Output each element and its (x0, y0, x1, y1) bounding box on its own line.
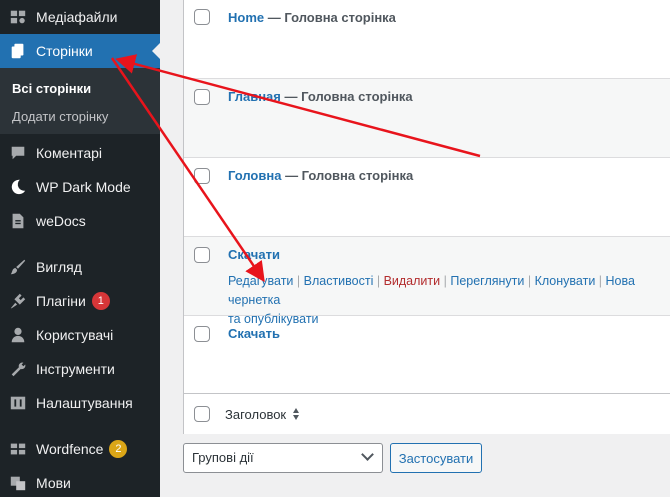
chevron-down-icon (361, 448, 374, 461)
menu-label: Плагіни (36, 293, 86, 309)
menu-item-settings[interactable]: Налаштування (0, 386, 160, 420)
action-properties[interactable]: Властивості (304, 274, 374, 288)
menu-label: Мови (36, 475, 71, 491)
menu-label: Користувачі (36, 327, 114, 343)
separator: | (293, 274, 304, 288)
page-title-link[interactable]: Скачати (228, 247, 280, 262)
menu-label: Налаштування (36, 395, 133, 411)
apply-button[interactable]: Застосувати (390, 443, 482, 473)
menu-label: Медіафайли (36, 9, 118, 25)
pages-icon (0, 42, 36, 60)
menu-item-wordfence[interactable]: Wordfence 2 (0, 432, 160, 466)
separator: | (595, 274, 606, 288)
menu-item-comments[interactable]: Коментарі (0, 136, 160, 170)
page-title-link[interactable]: Скачать (228, 326, 280, 341)
action-delete[interactable]: Видалити (384, 274, 441, 288)
page-title: Головна — Головна сторінка (228, 168, 413, 183)
table-row: Скачати Редагувати | Властивості | Видал… (184, 237, 670, 326)
menu-label: Wordfence (36, 441, 104, 457)
select-all-checkbox[interactable] (194, 406, 210, 422)
pages-submenu: Всі сторінки Додати сторінку (0, 68, 160, 134)
row-checkbox[interactable] (194, 168, 210, 184)
row-checkbox[interactable] (194, 247, 210, 263)
menu-item-users[interactable]: Користувачі (0, 318, 160, 352)
post-state: — Головна сторінка (264, 10, 396, 25)
menu-label: Інструменти (36, 361, 115, 377)
action-edit[interactable]: Редагувати (228, 274, 293, 288)
action-clone[interactable]: Клонувати (535, 274, 596, 288)
paintbrush-icon (0, 258, 36, 276)
title-column-header[interactable]: Заголовок (225, 407, 300, 424)
menu-item-tools[interactable]: Інструменти (0, 352, 160, 386)
table-row: Главная — Головна сторінка (184, 79, 670, 158)
menu-item-media[interactable]: Медіафайли (0, 0, 160, 34)
docs-icon (0, 212, 36, 230)
wordfence-icon (0, 440, 36, 458)
menu-label: WP Dark Mode (36, 179, 131, 195)
media-icon (0, 8, 36, 26)
row-checkbox[interactable] (194, 9, 210, 25)
menu-item-plugins[interactable]: Плагіни 1 (0, 284, 160, 318)
plugin-icon (0, 292, 36, 310)
comments-icon (0, 144, 36, 162)
user-icon (0, 326, 36, 344)
pages-table: Home — Головна сторінка Главная — Головн… (183, 0, 670, 434)
wrench-icon (0, 360, 36, 378)
separator: | (440, 274, 451, 288)
page-title: Скачати (228, 247, 280, 262)
sort-icon (292, 407, 300, 424)
table-footer: Заголовок (184, 393, 670, 434)
menu-item-appearance[interactable]: Вигляд (0, 250, 160, 284)
row-checkbox[interactable] (194, 89, 210, 105)
wordfence-alert-badge: 2 (109, 440, 128, 458)
column-label: Заголовок (225, 407, 287, 422)
menu-item-dark-mode[interactable]: WP Dark Mode (0, 170, 160, 204)
admin-sidebar: Медіафайли Сторінки Всі сторінки Додати … (0, 0, 160, 497)
menu-item-languages[interactable]: Мови (0, 466, 160, 497)
menu-item-pages[interactable]: Сторінки (0, 34, 160, 68)
action-view[interactable]: Переглянути (450, 274, 524, 288)
plugins-update-badge: 1 (91, 292, 110, 310)
table-row: Home — Головна сторінка (184, 0, 670, 79)
bulk-actions-select[interactable]: Групові дії (183, 443, 383, 473)
menu-label: Коментарі (36, 145, 103, 161)
table-row: Скачать (184, 316, 670, 393)
page-title-link[interactable]: Home (228, 10, 264, 25)
menu-label: Сторінки (36, 43, 93, 59)
row-checkbox[interactable] (194, 326, 210, 342)
page-title-link[interactable]: Головна (228, 168, 281, 183)
separator: | (373, 274, 384, 288)
submenu-all-pages[interactable]: Всі сторінки (12, 81, 91, 96)
post-state: — Головна сторінка (281, 168, 414, 183)
submenu-add-page[interactable]: Додати сторінку (12, 109, 108, 124)
page-title-link[interactable]: Главная (228, 89, 281, 104)
table-row: Головна — Головна сторінка (184, 158, 670, 237)
menu-item-wedocs[interactable]: weDocs (0, 204, 160, 238)
page-title: Главная — Головна сторінка (228, 89, 413, 104)
post-state: — Головна сторінка (280, 89, 413, 104)
settings-icon (0, 394, 36, 412)
separator: | (524, 274, 535, 288)
page-title: Home — Головна сторінка (228, 10, 396, 25)
bulk-actions-selected: Групові дії (192, 450, 254, 465)
translation-icon (0, 474, 36, 492)
page-title: Скачать (228, 326, 280, 341)
menu-label: Вигляд (36, 259, 82, 275)
menu-label: weDocs (36, 213, 86, 229)
moon-icon (0, 178, 36, 196)
